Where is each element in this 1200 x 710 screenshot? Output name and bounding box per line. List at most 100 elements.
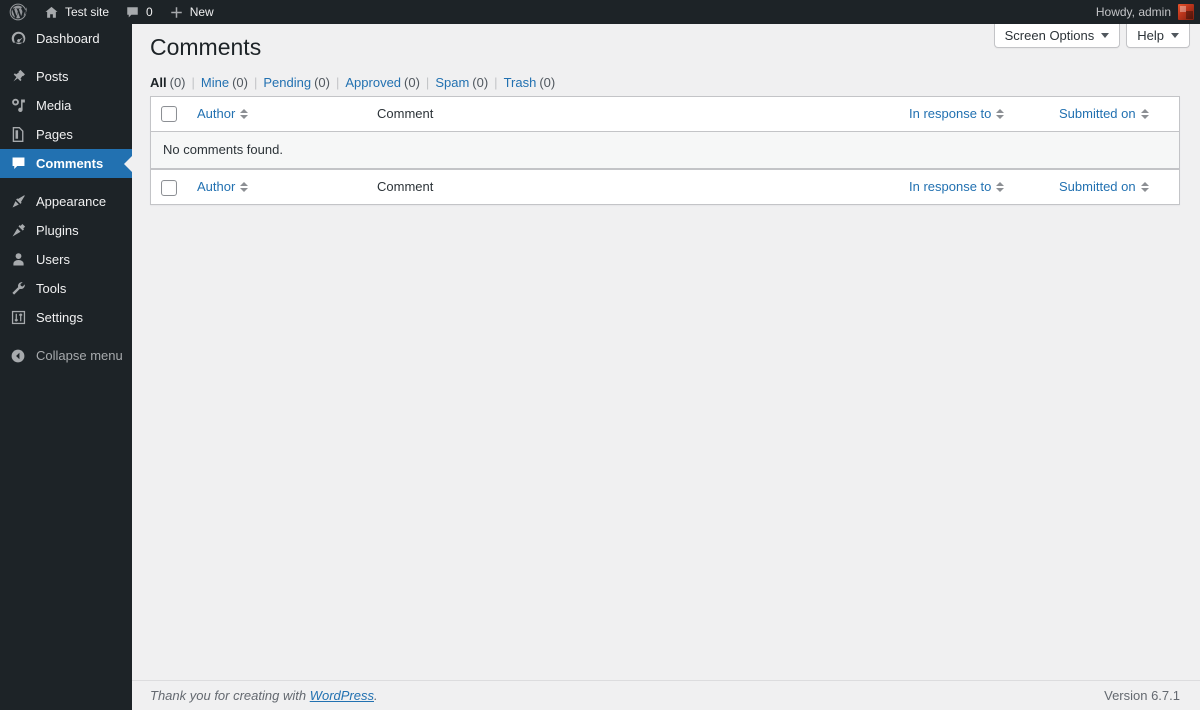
column-footer-author: Author [187, 169, 367, 205]
sort-desc-icon [1140, 188, 1149, 193]
filter-approved-count: (0) [404, 74, 420, 90]
screen-options-button[interactable]: Screen Options [993, 24, 1121, 48]
sort-arrows-icon [996, 182, 1005, 193]
home-icon [44, 5, 59, 20]
howdy-label: Howdy, admin [1095, 5, 1171, 19]
sort-desc-icon [240, 188, 249, 193]
filter-spam[interactable]: Spam (0) | [435, 75, 503, 90]
sidebar-item-label: Users [36, 252, 70, 267]
comment-bubble-icon [8, 154, 28, 174]
help-label: Help [1137, 28, 1164, 43]
help-button[interactable]: Help [1126, 24, 1190, 48]
wrench-icon [8, 279, 28, 299]
sort-asc-icon [996, 108, 1005, 113]
sidebar-item-label: Tools [36, 281, 67, 296]
filter-trash-link[interactable]: Trash [504, 75, 537, 90]
sort-asc-icon [1140, 108, 1149, 113]
account-menu[interactable]: Howdy, admin [1096, 4, 1200, 20]
sidebar-item-label: Comments [36, 156, 104, 171]
footer-thanks-suffix: . [374, 688, 378, 703]
page-wrap: Comments All (0) | Mine (0) | Pending (0… [132, 24, 1200, 206]
new-content-menu[interactable]: New [161, 0, 222, 24]
sort-arrows-icon [1140, 108, 1149, 119]
filter-all-link[interactable]: All [150, 75, 167, 90]
table-row: No comments found. [151, 132, 1179, 170]
arrow-left-circle-icon [8, 346, 28, 366]
main-content: Screen Options Help Comments All (0) | M… [132, 24, 1200, 710]
sort-desc-icon [996, 188, 1005, 193]
sidebar-item-label: Appearance [36, 194, 107, 209]
admin-sidebar: Dashboard Posts Media Pages Comments App… [0, 24, 132, 710]
sidebar-item-posts[interactable]: Posts [0, 62, 132, 91]
sort-asc-icon [1140, 182, 1149, 187]
filter-pending-link[interactable]: Pending [263, 75, 311, 90]
admin-bar: Test site 0 New Howdy, admin [0, 0, 1200, 24]
footer-version: Version 6.7.1 [1104, 688, 1180, 703]
sidebar-item-appearance[interactable]: Appearance [0, 187, 132, 216]
sidebar-item-label: Settings [36, 310, 83, 325]
select-all-header [151, 96, 187, 133]
column-footer-comment: Comment [367, 169, 899, 205]
plug-icon [8, 221, 28, 241]
filter-mine-link[interactable]: Mine [201, 75, 229, 90]
collapse-menu-button[interactable]: Collapse menu [0, 341, 132, 370]
settings-sliders-icon [8, 308, 28, 328]
chevron-down-icon [1101, 33, 1110, 38]
screen-options-label: Screen Options [1004, 28, 1095, 43]
sidebar-item-users[interactable]: Users [0, 245, 132, 274]
comment-status-filters: All (0) | Mine (0) | Pending (0) | Appro… [150, 75, 1180, 90]
screen-meta-links: Screen Options Help [993, 24, 1190, 48]
comment-bubble-icon [125, 5, 140, 20]
wordpress-logo-menu[interactable] [0, 0, 36, 24]
sort-arrows-icon [240, 108, 249, 119]
sort-arrows-icon [240, 182, 249, 193]
sidebar-item-plugins[interactable]: Plugins [0, 216, 132, 245]
user-icon [8, 250, 28, 270]
filter-trash[interactable]: Trash (0) [504, 75, 556, 90]
sidebar-item-media[interactable]: Media [0, 91, 132, 120]
column-comment-label: Comment [377, 105, 434, 121]
sort-desc-icon [996, 114, 1005, 119]
sort-response-link[interactable]: In response to [909, 105, 1005, 123]
no-comments-cell: No comments found. [151, 132, 1179, 170]
sort-response-link-footer[interactable]: In response to [909, 178, 1005, 196]
wordpress-link[interactable]: WordPress [310, 688, 374, 703]
avatar [1178, 4, 1194, 20]
sidebar-item-pages[interactable]: Pages [0, 120, 132, 149]
footer-thanks-prefix: Thank you for creating with [150, 688, 310, 703]
collapse-menu-label: Collapse menu [36, 348, 123, 363]
filter-separator: | [191, 74, 195, 90]
filter-separator: | [335, 74, 340, 90]
site-name-menu[interactable]: Test site [36, 0, 117, 24]
sidebar-item-tools[interactable]: Tools [0, 274, 132, 303]
filter-all[interactable]: All (0) | [150, 75, 201, 90]
comments-count-menu[interactable]: 0 [117, 0, 161, 24]
sidebar-item-comments[interactable]: Comments [0, 149, 132, 178]
filter-separator: | [425, 74, 430, 90]
admin-menu: Dashboard Posts Media Pages Comments App… [0, 24, 132, 370]
sidebar-item-label: Media [36, 98, 72, 113]
column-author-label: Author [197, 105, 236, 121]
filter-mine[interactable]: Mine (0) | [201, 75, 263, 90]
select-all-checkbox[interactable] [161, 106, 177, 123]
wordpress-logo-icon [8, 2, 28, 22]
filter-pending[interactable]: Pending (0) | [263, 75, 345, 90]
filter-approved-link[interactable]: Approved [345, 75, 401, 90]
sort-desc-icon [240, 114, 249, 119]
column-response-label: In response to [909, 179, 992, 195]
sort-author-link-footer[interactable]: Author [197, 178, 249, 196]
sort-author-link[interactable]: Author [197, 105, 249, 123]
sidebar-item-settings[interactable]: Settings [0, 303, 132, 332]
menu-separator [0, 53, 132, 62]
table-header-row: Author Comment In response to Submitted … [151, 96, 1179, 133]
filter-separator: | [253, 74, 258, 90]
comments-table: Author Comment In response to Submitted … [150, 95, 1180, 206]
filter-approved[interactable]: Approved (0) | [345, 75, 435, 90]
filter-spam-link[interactable]: Spam [435, 75, 469, 90]
filter-all-count: (0) [169, 74, 186, 90]
sort-date-link-footer[interactable]: Submitted on [1059, 178, 1149, 196]
select-all-checkbox-footer[interactable] [161, 179, 177, 196]
sidebar-item-dashboard[interactable]: Dashboard [0, 24, 132, 53]
no-comments-message: No comments found. [163, 142, 283, 158]
sort-date-link[interactable]: Submitted on [1059, 105, 1149, 123]
